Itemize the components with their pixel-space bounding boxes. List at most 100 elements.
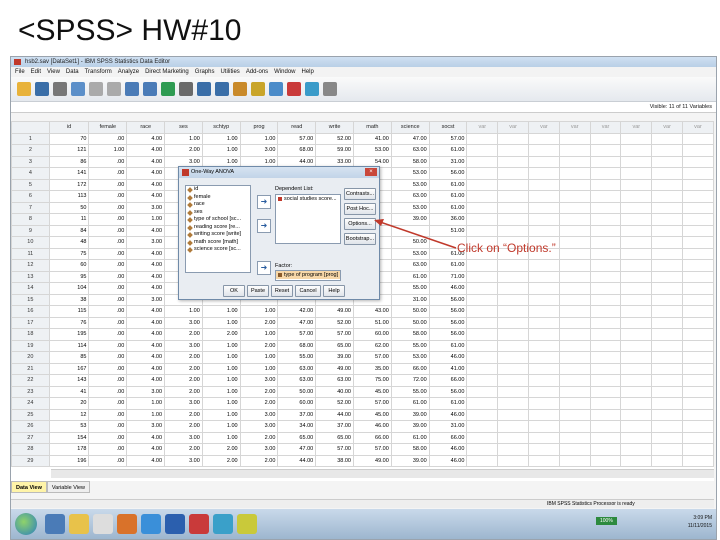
data-cell[interactable] bbox=[466, 155, 499, 168]
data-cell[interactable]: 57.00 bbox=[277, 132, 317, 145]
data-cell[interactable]: 114 bbox=[48, 339, 90, 352]
data-cell[interactable]: 61.00 bbox=[428, 144, 468, 157]
column-header[interactable]: read bbox=[277, 121, 317, 134]
column-header[interactable]: write bbox=[315, 121, 354, 134]
data-cell[interactable]: 63.00 bbox=[277, 374, 317, 387]
data-cell[interactable] bbox=[651, 293, 683, 306]
data-cell[interactable]: 31.00 bbox=[428, 155, 468, 168]
data-cell[interactable] bbox=[589, 155, 622, 168]
data-cell[interactable]: 68.00 bbox=[277, 144, 317, 157]
row-number[interactable]: 20 bbox=[11, 351, 50, 364]
variable-list-item[interactable]: female bbox=[186, 194, 250, 202]
data-cell[interactable]: .00 bbox=[88, 236, 128, 249]
data-cell[interactable] bbox=[651, 408, 683, 421]
data-cell[interactable]: 4.00 bbox=[126, 443, 166, 456]
data-cell[interactable]: 121 bbox=[48, 144, 90, 157]
dependent-list-box[interactable]: social studies score... bbox=[275, 194, 341, 244]
data-cell[interactable] bbox=[528, 454, 560, 467]
data-cell[interactable] bbox=[528, 305, 560, 318]
data-cell[interactable]: 3.00 bbox=[126, 236, 166, 249]
data-cell[interactable]: 3.00 bbox=[239, 374, 279, 387]
data-cell[interactable] bbox=[466, 339, 499, 352]
row-number[interactable]: 23 bbox=[11, 385, 50, 398]
data-cell[interactable] bbox=[466, 282, 499, 295]
column-header[interactable]: female bbox=[88, 121, 128, 134]
data-cell[interactable] bbox=[466, 259, 499, 272]
data-cell[interactable] bbox=[651, 155, 683, 168]
menu-analyze[interactable]: Analyze bbox=[118, 67, 139, 77]
data-cell[interactable] bbox=[558, 339, 591, 352]
weight-cases-icon[interactable] bbox=[251, 82, 265, 96]
data-cell[interactable] bbox=[651, 328, 683, 341]
data-cell[interactable]: .00 bbox=[88, 178, 128, 191]
data-cell[interactable] bbox=[528, 259, 560, 272]
data-cell[interactable] bbox=[589, 144, 622, 157]
data-cell[interactable]: 1.00 bbox=[164, 132, 203, 145]
print-icon[interactable] bbox=[53, 82, 67, 96]
data-cell[interactable]: 2.00 bbox=[201, 454, 241, 467]
data-cell[interactable]: 60 bbox=[48, 259, 90, 272]
data-cell[interactable]: 2.00 bbox=[164, 443, 203, 456]
variable-list-item[interactable]: id bbox=[186, 186, 250, 194]
row-number[interactable]: 18 bbox=[11, 328, 50, 341]
data-cell[interactable] bbox=[497, 374, 530, 387]
row-number[interactable]: 28 bbox=[11, 443, 50, 456]
data-cell[interactable] bbox=[558, 247, 591, 260]
cancel-button[interactable]: Cancel bbox=[295, 285, 321, 297]
data-cell[interactable]: 75.00 bbox=[352, 374, 392, 387]
data-cell[interactable] bbox=[497, 420, 530, 433]
data-cell[interactable] bbox=[589, 167, 622, 180]
column-header[interactable]: ses bbox=[164, 121, 203, 134]
data-cell[interactable]: 115 bbox=[48, 305, 90, 318]
data-cell[interactable] bbox=[466, 178, 499, 191]
data-cell[interactable] bbox=[589, 316, 622, 329]
data-cell[interactable] bbox=[528, 167, 560, 180]
data-cell[interactable]: 48 bbox=[48, 236, 90, 249]
data-cell[interactable] bbox=[651, 420, 683, 433]
data-cell[interactable] bbox=[466, 397, 499, 410]
row-number[interactable]: 7 bbox=[11, 201, 50, 214]
data-cell[interactable] bbox=[589, 293, 622, 306]
data-cell[interactable]: 12 bbox=[48, 408, 90, 421]
data-cell[interactable] bbox=[528, 339, 560, 352]
data-cell[interactable]: 3.00 bbox=[126, 293, 166, 306]
data-cell[interactable] bbox=[682, 144, 714, 157]
data-cell[interactable]: 39.00 bbox=[390, 454, 430, 467]
data-cell[interactable] bbox=[682, 167, 714, 180]
data-cell[interactable]: 61.00 bbox=[428, 201, 468, 214]
data-cell[interactable] bbox=[497, 431, 530, 444]
data-cell[interactable] bbox=[589, 178, 622, 191]
data-cell[interactable]: 167 bbox=[48, 362, 90, 375]
redo-icon[interactable] bbox=[107, 82, 121, 96]
data-cell[interactable] bbox=[466, 190, 499, 203]
data-cell[interactable]: 104 bbox=[48, 282, 90, 295]
split-file-icon[interactable] bbox=[233, 82, 247, 96]
data-cell[interactable]: 49.00 bbox=[315, 305, 354, 318]
data-cell[interactable]: 39.00 bbox=[390, 420, 430, 433]
data-cell[interactable]: 4.00 bbox=[126, 374, 166, 387]
data-cell[interactable] bbox=[558, 144, 591, 157]
data-cell[interactable] bbox=[682, 443, 714, 456]
data-cell[interactable]: 1.00 bbox=[201, 132, 241, 145]
column-header[interactable]: var bbox=[682, 121, 714, 134]
data-cell[interactable] bbox=[651, 224, 683, 237]
data-cell[interactable] bbox=[651, 190, 683, 203]
data-cell[interactable]: 51.00 bbox=[352, 316, 392, 329]
data-cell[interactable]: 61.00 bbox=[428, 190, 468, 203]
data-cell[interactable]: 56.00 bbox=[428, 167, 468, 180]
data-cell[interactable]: 53 bbox=[48, 420, 90, 433]
data-cell[interactable]: 2.00 bbox=[164, 374, 203, 387]
data-cell[interactable]: 39.00 bbox=[315, 351, 354, 364]
data-cell[interactable]: 55.00 bbox=[390, 339, 430, 352]
data-cell[interactable] bbox=[620, 454, 653, 467]
data-cell[interactable]: 1.00 bbox=[126, 213, 166, 226]
data-cell[interactable]: 46.00 bbox=[352, 420, 392, 433]
data-cell[interactable]: 58.00 bbox=[390, 328, 430, 341]
data-cell[interactable] bbox=[589, 247, 622, 260]
data-cell[interactable]: 53.00 bbox=[390, 178, 430, 191]
data-cell[interactable] bbox=[558, 328, 591, 341]
data-cell[interactable] bbox=[682, 259, 714, 272]
data-cell[interactable] bbox=[620, 236, 653, 249]
data-cell[interactable]: 40.00 bbox=[315, 385, 354, 398]
data-cell[interactable]: 68.00 bbox=[277, 339, 317, 352]
